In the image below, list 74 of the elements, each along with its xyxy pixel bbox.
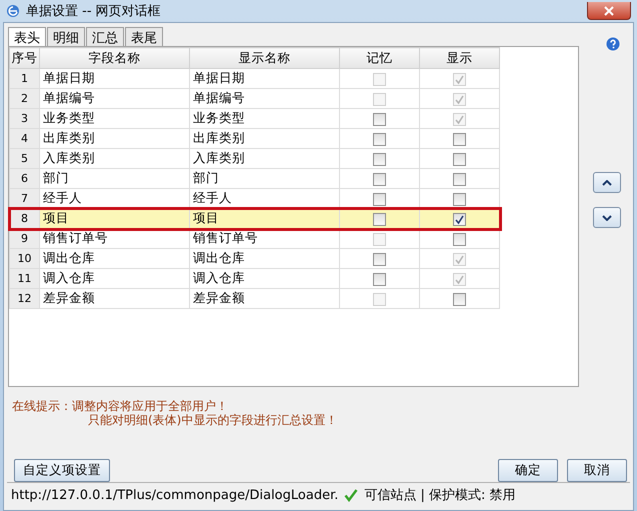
browser-icon (6, 4, 20, 18)
checkbox[interactable] (453, 133, 466, 146)
check-icon (344, 488, 358, 502)
cancel-button[interactable]: 取消 (567, 459, 627, 482)
hint-text: 只能对明细(表体)中显示的字段进行汇总设置！ (88, 413, 338, 427)
table-cell: 部门 (40, 168, 190, 188)
move-down-button[interactable] (593, 207, 621, 228)
table-cell: 单据日期 (40, 68, 190, 88)
column-header: 序号 (10, 48, 40, 68)
column-header: 记忆 (340, 48, 420, 68)
checkbox[interactable] (453, 293, 466, 306)
checkbox[interactable] (453, 233, 466, 246)
column-header: 字段名称 (40, 48, 190, 68)
table-cell: 单据日期 (190, 68, 340, 88)
table-cell: 业务类型 (190, 108, 340, 128)
row-number: 4 (10, 128, 40, 148)
tab[interactable]: 表头 (8, 27, 46, 46)
table-cell: 销售订单号 (190, 228, 340, 248)
row-number: 8 (10, 208, 40, 228)
row-number: 12 (10, 288, 40, 308)
column-header: 显示名称 (190, 48, 340, 68)
ok-button[interactable]: 确定 (498, 459, 558, 482)
row-number: 11 (10, 268, 40, 288)
table-cell: 调出仓库 (190, 248, 340, 268)
chevron-down-icon (602, 214, 612, 220)
help-icon[interactable] (606, 37, 620, 51)
status-url: http://127.0.0.1/TPlus/commonpage/DialogLoader. (11, 488, 338, 502)
table-cell: 差异金额 (190, 288, 340, 308)
table-cell: 调入仓库 (190, 268, 340, 288)
row-number: 2 (10, 88, 40, 108)
checkbox[interactable] (373, 273, 386, 286)
column-header: 显示 (420, 48, 500, 68)
window-title: 单据设置 -- 网页对话框 (26, 3, 161, 20)
chevron-up-icon (602, 180, 612, 186)
table-cell: 入库类别 (40, 148, 190, 168)
row-number: 5 (10, 148, 40, 168)
table-cell: 部门 (190, 168, 340, 188)
checkbox[interactable] (453, 213, 466, 226)
close-button[interactable] (587, 2, 631, 20)
checkbox[interactable] (373, 133, 386, 146)
table-cell: 入库类别 (190, 148, 340, 168)
checkbox[interactable] (453, 173, 466, 186)
table-cell: 出库类别 (40, 128, 190, 148)
tab[interactable]: 表尾 (125, 27, 163, 46)
checkbox[interactable] (373, 153, 386, 166)
table-cell: 单据编号 (190, 88, 340, 108)
tab[interactable]: 明细 (47, 27, 85, 46)
checkbox[interactable] (453, 153, 466, 166)
custom-items-button[interactable]: 自定义项设置 (14, 459, 110, 482)
row-number: 6 (10, 168, 40, 188)
table-cell: 业务类型 (40, 108, 190, 128)
row-number: 10 (10, 248, 40, 268)
row-number: 1 (10, 68, 40, 88)
checkbox[interactable] (373, 193, 386, 206)
checkbox[interactable] (373, 173, 386, 186)
hint-text: 在线提示：调整内容将应用于全部用户！ (12, 399, 228, 413)
close-icon (604, 6, 614, 16)
checkbox[interactable] (373, 113, 386, 126)
table-cell: 项目 (190, 208, 340, 228)
checkbox[interactable] (373, 213, 386, 226)
move-up-button[interactable] (593, 172, 621, 193)
table-cell: 差异金额 (40, 288, 190, 308)
table-cell: 销售订单号 (40, 228, 190, 248)
checkbox[interactable] (453, 193, 466, 206)
checkbox[interactable] (373, 253, 386, 266)
tab[interactable]: 汇总 (86, 27, 124, 46)
security-zone: 可信站点 | 保护模式: 禁用 (364, 487, 516, 504)
row-number: 3 (10, 108, 40, 128)
row-number: 7 (10, 188, 40, 208)
table-cell: 调入仓库 (40, 268, 190, 288)
table-cell: 项目 (40, 208, 190, 228)
table-cell: 出库类别 (190, 128, 340, 148)
table-cell: 单据编号 (40, 88, 190, 108)
table-cell: 调出仓库 (40, 248, 190, 268)
